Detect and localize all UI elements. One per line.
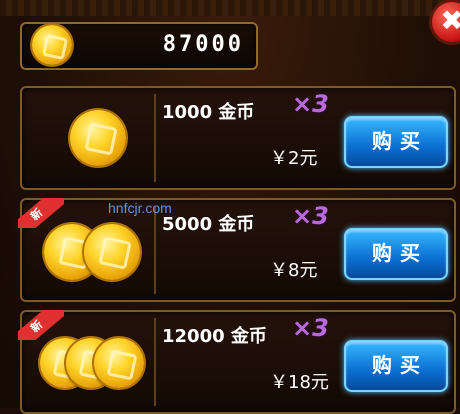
shop-item-5000: 新 5000 金币 ×3 ￥8元 购买 [18,198,456,302]
coin-balance-value: 87000 [162,32,244,57]
coin-balance-bar: 87000 [20,22,258,70]
new-badge: 新 [18,198,64,228]
buy-button[interactable]: 购买 [344,116,448,168]
item-price: ￥2元 [270,148,318,169]
new-badge-label: 新 [18,198,64,228]
shop-item-1000: 1000 金币 ×3 ￥2元 购买 [20,86,456,190]
watermark-text: hnfcjr.com [108,200,172,216]
item-price: ￥8元 [270,260,318,281]
item-name: 12000 金币 [162,326,267,347]
coin-icon [84,224,140,280]
multiplier-label: ×3 [292,314,329,342]
new-badge-label: 新 [18,310,64,340]
multiplier-label: ×3 [292,90,329,118]
item-name: 5000 金币 [162,214,255,235]
new-badge: 新 [18,310,64,340]
item-name: 1000 金币 [162,102,255,123]
item-price: ￥18元 [270,372,329,393]
divider [154,206,156,294]
multiplier-label: ×3 [292,202,329,230]
divider [154,94,156,182]
coin-icon [70,110,126,166]
buy-button[interactable]: 购买 [344,340,448,392]
coin-icon [32,25,72,65]
coin-icon [94,338,144,388]
shop-item-12000: 新 12000 金币 ×3 ￥18元 购买 [18,310,456,414]
divider [154,318,156,406]
buy-button[interactable]: 购买 [344,228,448,280]
top-decoration [0,0,460,16]
